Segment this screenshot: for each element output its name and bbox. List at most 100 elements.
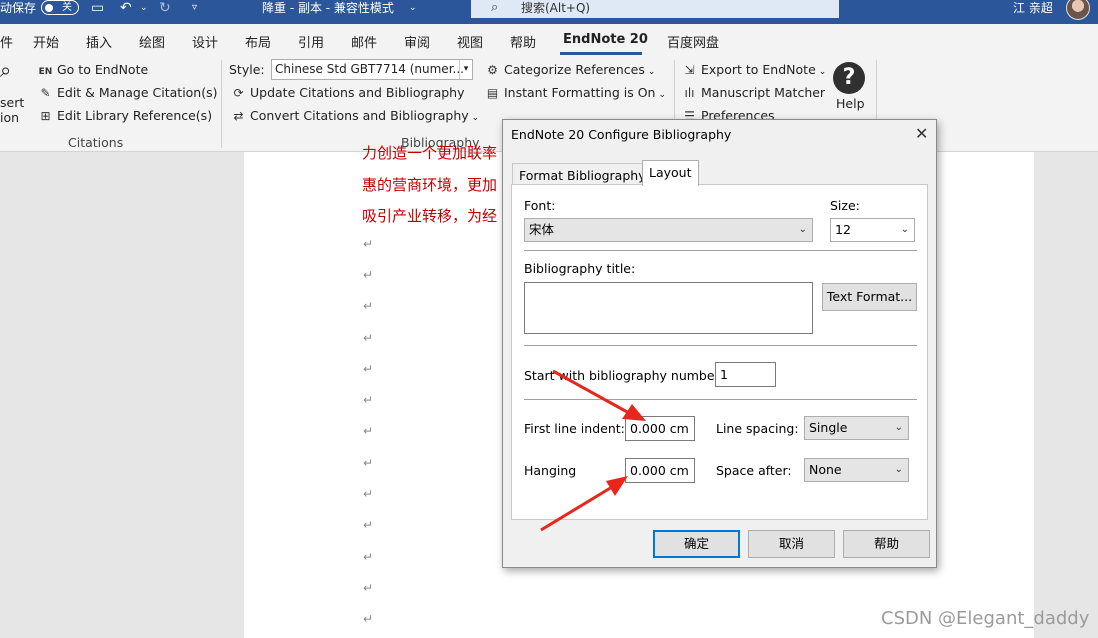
style-value: Chinese Std GBT7714 (numer... <box>275 62 464 76</box>
font-select[interactable]: 宋体 ⌄ <box>524 218 813 242</box>
chevron-down-icon: ⌄ <box>818 67 827 77</box>
tab-design[interactable]: 设计 <box>192 32 218 51</box>
edit-reference-icon: ⊞ <box>40 109 51 123</box>
style-select[interactable]: Chinese Std GBT7714 (numer... ▾ <box>271 59 473 80</box>
chevron-down-icon: ⌄ <box>798 224 807 235</box>
help-button-label[interactable]: Help <box>836 96 865 111</box>
paragraph-mark: ↵ <box>363 331 374 345</box>
document-text-line: 吸引产业转移，为经 <box>362 207 498 225</box>
chevron-down-icon: ⌄ <box>900 224 909 235</box>
start-number-label: Start with bibliography number: <box>524 368 724 383</box>
space-after-label: Space after: <box>716 463 792 478</box>
line-spacing-label: Line spacing: <box>716 421 799 436</box>
text-format-button[interactable]: Text Format... <box>822 283 917 311</box>
font-label: Font: <box>524 198 556 213</box>
tab-draw[interactable]: 绘图 <box>139 32 165 51</box>
export-icon: ⇲ <box>684 63 695 77</box>
active-tab-indicator <box>560 52 642 55</box>
paragraph-mark: ↵ <box>363 299 374 313</box>
tab-layout[interactable]: 布局 <box>245 32 271 51</box>
cancel-button[interactable]: 取消 <box>748 530 835 558</box>
paragraph-mark: ↵ <box>363 237 374 251</box>
update-citations-button[interactable]: ⟳ Update Citations and Bibliography <box>231 85 464 100</box>
tab-review[interactable]: 审阅 <box>404 32 430 51</box>
user-name: 江 亲超 <box>1013 1 1053 15</box>
size-value: 12 <box>835 222 851 237</box>
style-label: Style: <box>229 62 265 77</box>
tab-format-bibliography[interactable]: Format Bibliography <box>512 163 653 185</box>
instant-formatting-label: Instant Formatting is On <box>504 85 656 100</box>
help-icon[interactable]: ? <box>833 62 865 94</box>
edit-citation-icon: ✎ <box>40 86 51 100</box>
first-line-indent-input[interactable]: 0.000 cm <box>625 416 695 441</box>
dialog-title: EndNote 20 Configure Bibliography <box>511 127 732 142</box>
tab-home[interactable]: 开始 <box>33 32 59 51</box>
bibliography-title-label: Bibliography title: <box>524 261 636 276</box>
size-select[interactable]: 12 ⌄ <box>830 218 915 242</box>
tab-view[interactable]: 视图 <box>457 32 483 51</box>
title-dropdown-icon[interactable]: ⌄ <box>409 0 417 16</box>
chevron-down-icon: ⌄ <box>894 422 903 433</box>
line-spacing-value: Single <box>809 420 848 435</box>
autosave-toggle[interactable]: 关 <box>41 0 79 15</box>
manuscript-label: Manuscript Matcher <box>701 85 826 100</box>
first-line-indent-label: First line indent: <box>524 421 625 436</box>
line-spacing-select[interactable]: Single ⌄ <box>804 416 909 440</box>
close-icon[interactable]: ✕ <box>915 124 928 143</box>
document-text-line: 惠的营商环境，更加 <box>362 176 498 194</box>
tab-references[interactable]: 引用 <box>298 32 324 51</box>
start-number-input[interactable]: 1 <box>715 362 776 387</box>
tab-insert[interactable]: 插入 <box>86 32 112 51</box>
tab-help[interactable]: 帮助 <box>510 32 536 51</box>
divider <box>524 345 917 346</box>
update-icon: ⟳ <box>233 86 244 100</box>
chevron-down-icon: ▾ <box>459 60 472 79</box>
insert-citation-label-1[interactable]: sert <box>0 95 24 110</box>
tab-baidu-netdisk[interactable]: 百度网盘 <box>667 32 719 51</box>
space-after-select[interactable]: None ⌄ <box>804 458 909 482</box>
edit-manage-citations-button[interactable]: ✎ Edit & Manage Citation(s) <box>38 85 217 100</box>
instant-formatting-icon: ▤ <box>486 86 499 100</box>
save-icon[interactable]: ▭ <box>91 0 104 16</box>
manuscript-matcher-button[interactable]: ılı Manuscript Matcher <box>682 85 825 100</box>
insert-citation-icon[interactable]: ⌕ <box>0 58 11 82</box>
manuscript-icon: ılı <box>684 86 695 100</box>
convert-icon: ⇄ <box>233 109 244 123</box>
tab-layout[interactable]: Layout <box>642 160 699 186</box>
endnote-logo-icon: EN <box>38 67 53 77</box>
divider <box>524 399 917 400</box>
tab-file[interactable]: 件 <box>0 32 13 51</box>
ok-button[interactable]: 确定 <box>653 530 740 558</box>
convert-citations-label: Convert Citations and Bibliography <box>250 108 469 123</box>
go-to-endnote-button[interactable]: EN Go to EndNote <box>38 62 149 77</box>
paragraph-mark: ↵ <box>363 612 374 626</box>
document-title: 降重 - 副本 - 兼容性模式 <box>262 1 394 15</box>
chevron-down-icon: ⌄ <box>658 90 666 100</box>
layout-tab-panel: Font: 宋体 ⌄ Size: 12 ⌄ Bibliography title… <box>511 184 928 520</box>
hanging-input[interactable]: 0.000 cm <box>625 458 695 483</box>
title-bar: 动保存 关 ▭ ↶ ⌄ ↻ ▿ 降重 - 副本 - 兼容性模式 ⌄ ⌕ 搜索(A… <box>0 0 1098 24</box>
avatar[interactable] <box>1066 0 1090 20</box>
paragraph-mark: ↵ <box>363 424 374 438</box>
customize-quick-access-icon[interactable]: ▿ <box>192 0 197 16</box>
ribbon-divider <box>221 60 222 148</box>
insert-citation-label-2[interactable]: ion <box>0 110 19 125</box>
bibliography-title-input[interactable] <box>524 282 813 334</box>
edit-library-label: Edit Library Reference(s) <box>57 108 213 123</box>
convert-citations-button[interactable]: ⇄ Convert Citations and Bibliography ⌄ <box>231 108 479 123</box>
tab-endnote[interactable]: EndNote 20 <box>563 32 648 47</box>
undo-dropdown-icon[interactable]: ⌄ <box>140 0 148 16</box>
toggle-knob <box>45 4 53 12</box>
undo-icon[interactable]: ↶ <box>120 0 132 16</box>
export-to-endnote-button[interactable]: ⇲ Export to EndNote ⌄ <box>682 62 826 77</box>
redo-icon[interactable]: ↻ <box>159 0 171 16</box>
citations-group-label: Citations <box>68 135 124 150</box>
tab-mailings[interactable]: 邮件 <box>351 32 377 51</box>
hanging-label: Hanging <box>524 463 577 478</box>
edit-library-reference-button[interactable]: ⊞ Edit Library Reference(s) <box>38 108 212 123</box>
categorize-references-button[interactable]: ⚙ Categorize References ⌄ <box>485 62 655 77</box>
search-box[interactable]: ⌕ 搜索(Alt+Q) <box>471 0 839 18</box>
instant-formatting-button[interactable]: ▤ Instant Formatting is On ⌄ <box>485 85 666 100</box>
help-button[interactable]: 帮助 <box>843 530 930 558</box>
go-to-endnote-label: Go to EndNote <box>57 62 149 77</box>
